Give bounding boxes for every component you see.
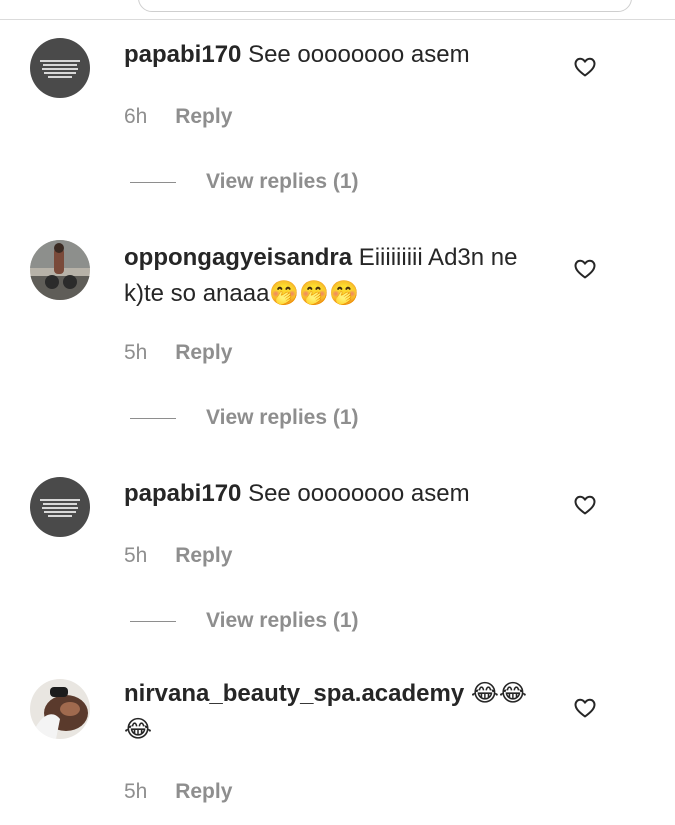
comment-timestamp: 6h	[124, 105, 148, 128]
replies-divider-line	[130, 621, 176, 622]
heart-outline-icon[interactable]	[573, 55, 597, 79]
replies-divider-line	[130, 182, 176, 183]
comment-timestamp: 5h	[124, 544, 148, 567]
photo-avatar-icon	[30, 240, 90, 300]
photo-avatar-icon	[30, 679, 90, 739]
comment-text: papabi170 See oooooooo asem	[124, 476, 554, 512]
reply-button[interactable]: Reply	[175, 341, 232, 364]
text-meme-avatar-icon	[30, 38, 90, 98]
heart-outline-icon[interactable]	[573, 696, 597, 720]
view-replies-label[interactable]: View replies (1)	[206, 405, 359, 431]
search-bar-edge[interactable]	[138, 0, 632, 12]
reply-button[interactable]: Reply	[175, 105, 232, 128]
comment-timestamp: 5h	[124, 341, 148, 364]
comment-text: nirvana_beauty_spa.academy 😂😂😂	[124, 676, 554, 748]
comment-username[interactable]: nirvana_beauty_spa.academy	[124, 680, 464, 707]
replies-divider-line	[130, 418, 176, 419]
comment-body: See oooooooo asem	[248, 41, 470, 68]
comment-username[interactable]: oppongagyeisandra	[124, 244, 352, 271]
text-meme-avatar-icon	[30, 477, 90, 537]
avatar[interactable]	[30, 240, 90, 300]
comment-meta: 6h Reply	[124, 104, 232, 130]
view-replies-label[interactable]: View replies (1)	[206, 608, 359, 634]
comment-text: oppongagyeisandra Eiiiiiiiii Ad3n ne k)t…	[124, 240, 554, 312]
reply-button[interactable]: Reply	[175, 780, 232, 803]
comment-body: See oooooooo asem	[248, 480, 470, 507]
comment-username[interactable]: papabi170	[124, 41, 241, 68]
comment-meta: 5h Reply	[124, 779, 232, 805]
avatar[interactable]	[30, 679, 90, 739]
comment-username[interactable]: papabi170	[124, 480, 241, 507]
avatar[interactable]	[30, 477, 90, 537]
avatar[interactable]	[30, 38, 90, 98]
top-bar	[0, 0, 675, 20]
heart-outline-icon[interactable]	[573, 257, 597, 281]
comment-text: papabi170 See oooooooo asem	[124, 37, 554, 73]
view-replies-label[interactable]: View replies (1)	[206, 169, 359, 195]
comment-timestamp: 5h	[124, 780, 148, 803]
comment-meta: 5h Reply	[124, 543, 232, 569]
reply-button[interactable]: Reply	[175, 544, 232, 567]
comment-meta: 5h Reply	[124, 340, 232, 366]
heart-outline-icon[interactable]	[573, 493, 597, 517]
